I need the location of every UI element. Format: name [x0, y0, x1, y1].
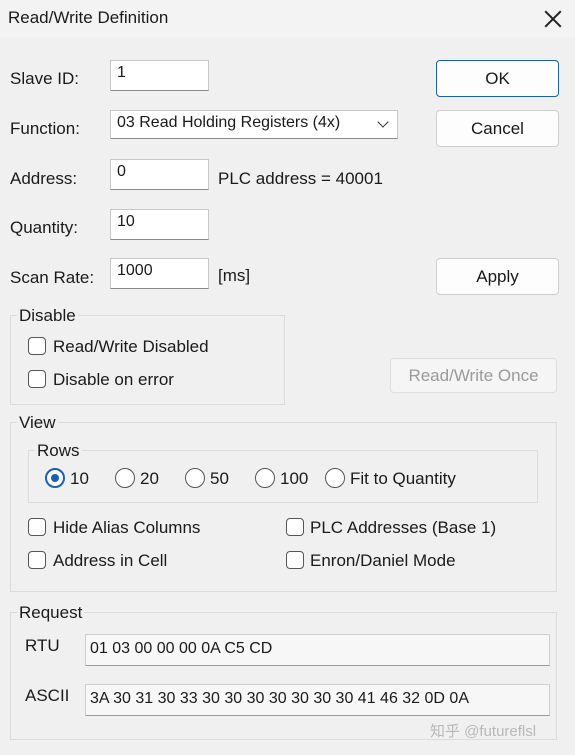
address-input[interactable]: 0 — [110, 159, 209, 190]
rtu-field[interactable]: 01 03 00 00 00 0A C5 CD — [85, 634, 550, 666]
rows-radio-fit-to-quantity[interactable] — [325, 468, 345, 488]
address-in-cell-label: Address in Cell — [53, 551, 168, 570]
rows-option-fit-to-quantity: Fit to Quantity — [350, 469, 456, 488]
plc-addresses-base1-checkbox[interactable] — [286, 518, 304, 536]
rows-option-10: 10 — [70, 469, 89, 488]
address-label: Address: — [10, 169, 78, 188]
function-select-value: 03 Read Holding Registers (4x) — [117, 114, 341, 131]
view-group-title: View — [17, 413, 58, 433]
ascii-field[interactable]: 3A 30 31 30 33 30 30 30 30 30 30 30 41 4… — [85, 684, 550, 716]
rows-option-20: 20 — [140, 469, 159, 488]
rows-option-100: 100 — [280, 469, 309, 488]
ascii-label: ASCII — [25, 686, 70, 705]
rows-radio-50[interactable] — [185, 468, 205, 488]
slave-id-label: Slave ID: — [10, 69, 79, 88]
rows-radio-10[interactable] — [45, 468, 65, 488]
read-write-once-button[interactable]: Read/Write Once — [390, 358, 557, 393]
scan-rate-label: Scan Rate: — [10, 268, 95, 287]
plc-addresses-base1-label: PLC Addresses (Base 1) — [310, 518, 497, 537]
plc-address-text: PLC address = 40001 — [218, 169, 383, 188]
disable-group — [10, 315, 285, 405]
quantity-input[interactable]: 10 — [110, 209, 209, 240]
slave-id-input[interactable]: 1 — [110, 60, 209, 91]
rows-radio-20[interactable] — [115, 468, 135, 488]
rows-group-title: Rows — [35, 441, 82, 461]
enron-daniel-mode-checkbox[interactable] — [286, 551, 304, 569]
cancel-button[interactable]: Cancel — [436, 110, 559, 147]
quantity-label: Quantity: — [10, 218, 79, 237]
function-label: Function: — [10, 119, 80, 138]
request-group-title: Request — [17, 603, 85, 623]
window-title: Read/Write Definition — [8, 8, 169, 27]
rows-option-50: 50 — [210, 469, 229, 488]
close-icon[interactable] — [540, 6, 566, 32]
ok-button[interactable]: OK — [436, 60, 559, 97]
read-write-disabled-checkbox[interactable] — [28, 337, 46, 355]
disable-on-error-label: Disable on error — [53, 370, 174, 389]
disable-group-title: Disable — [17, 306, 78, 326]
address-in-cell-checkbox[interactable] — [28, 551, 46, 569]
rtu-label: RTU — [25, 636, 60, 655]
rows-radio-100[interactable] — [255, 468, 275, 488]
hide-alias-columns-checkbox[interactable] — [28, 518, 46, 536]
disable-on-error-checkbox[interactable] — [28, 370, 46, 388]
enron-daniel-mode-label: Enron/Daniel Mode — [310, 551, 456, 570]
scan-rate-unit: [ms] — [218, 266, 251, 285]
watermark: 知乎 @futureflsl — [430, 723, 537, 740]
read-write-disabled-label: Read/Write Disabled — [53, 337, 209, 356]
hide-alias-columns-label: Hide Alias Columns — [53, 518, 201, 537]
scan-rate-input[interactable]: 1000 — [110, 258, 209, 289]
apply-button[interactable]: Apply — [436, 258, 559, 295]
function-select[interactable]: 03 Read Holding Registers (4x) — [110, 110, 398, 139]
